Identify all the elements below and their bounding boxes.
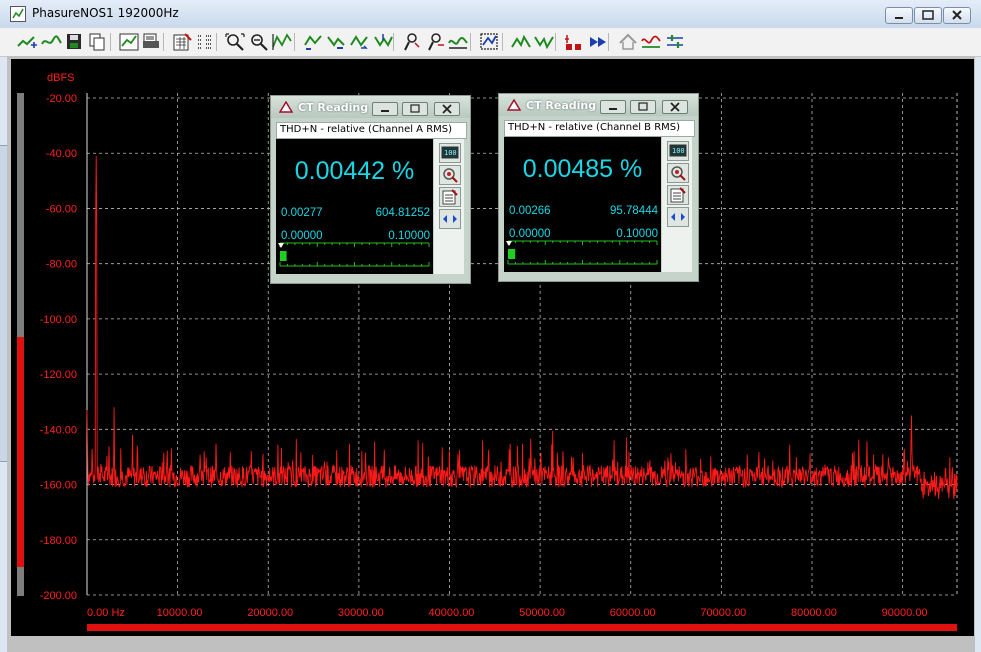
panel-title: CT Reading — [526, 99, 597, 112]
x-tick-label: 10000.00 — [157, 607, 203, 619]
panel-title-bar[interactable]: CT Reading — [499, 94, 698, 116]
bargraph-marker — [278, 243, 284, 248]
panel-subtitle: THD+N - relative (Channel B RMS) — [504, 120, 695, 137]
panel-title: CT Reading — [298, 101, 369, 114]
y-tick-labels: -20.00 -40.00 -60.00 -80.00 -100.00 -120.00 -1… — [40, 93, 77, 602]
y-tick-label: -100.00 — [40, 314, 77, 326]
spectrum-chart: dBFS -20.00 -40.00 -60.00 -80.00 -100.00 -120… — [40, 72, 958, 619]
y-tick-label: -120.00 — [40, 369, 77, 381]
panel-restore-button[interactable] — [402, 102, 428, 116]
panel-subtitle: THD+N - relative (Channel A RMS) — [276, 122, 467, 139]
x-tick-label: 40000.00 — [429, 607, 475, 619]
panel-side-toolbar: 100 — [662, 137, 692, 272]
bargraph — [506, 240, 658, 265]
bargraph-fill — [508, 249, 516, 259]
y-axis-label: dBFS — [47, 72, 75, 84]
y-tick-label: -140.00 — [40, 424, 77, 436]
x-tick-label: 20000.00 — [247, 607, 293, 619]
panel-minimize-button[interactable] — [372, 102, 398, 116]
x-tick-labels: 0.00 Hz 10000.00 20000.00 30000.00 40000.00 5… — [87, 607, 928, 619]
x-tick-label: 50000.00 — [519, 607, 565, 619]
panel-close-button[interactable] — [662, 100, 688, 114]
svg-text:100: 100 — [444, 149, 457, 157]
probe-icon[interactable] — [439, 165, 461, 185]
y-tick-label: -160.00 — [40, 480, 77, 492]
panel-title-bar[interactable]: CT Reading — [271, 96, 470, 118]
x-tick-label: 80000.00 — [791, 607, 837, 619]
expand-arrows-icon[interactable] — [439, 209, 461, 229]
panel-minimize-button[interactable] — [600, 100, 626, 114]
bargraph — [278, 242, 430, 267]
x-tick-label: 70000.00 — [700, 607, 746, 619]
ct-reading-panel-b[interactable]: CT Reading THD+N - relative (Channel B R… — [498, 93, 699, 282]
y-tick-label: -60.00 — [46, 203, 77, 215]
panel-side-toolbar: 100 — [434, 139, 464, 274]
svg-text:100: 100 — [672, 147, 685, 155]
meter-icon — [279, 101, 293, 113]
y-tick-label: -180.00 — [40, 535, 77, 547]
x-tick-label: 30000.00 — [338, 607, 384, 619]
calculator-icon[interactable] — [667, 185, 689, 205]
reading-display: 0.00442 % 0.00277 604.81252 0.00000 0.10… — [276, 139, 433, 274]
y-tick-label: -20.00 — [46, 93, 77, 105]
x-tick-label: 0.00 Hz — [87, 607, 125, 619]
y-tick-label: -80.00 — [46, 259, 77, 271]
calculator-icon[interactable] — [439, 187, 461, 207]
numeric-display-icon[interactable]: 100 — [667, 141, 689, 161]
y-tick-label: -40.00 — [46, 148, 77, 160]
meter-icon — [507, 99, 521, 111]
x-tick-label: 90000.00 — [882, 607, 928, 619]
probe-icon[interactable] — [667, 163, 689, 183]
panel-restore-button[interactable] — [630, 100, 656, 114]
bargraph-marker — [506, 241, 512, 246]
ct-reading-panel-a[interactable]: CT Reading THD+N - relative (Channel A R… — [270, 95, 471, 284]
panel-close-button[interactable] — [434, 102, 460, 116]
bargraph-fill — [280, 251, 287, 261]
y-tick-label: -200.00 — [40, 590, 77, 602]
reading-display: 0.00485 % 0.00266 95.78444 0.00000 0.100… — [504, 137, 661, 272]
x-tick-label: 60000.00 — [610, 607, 656, 619]
expand-arrows-icon[interactable] — [667, 207, 689, 227]
numeric-display-icon[interactable]: 100 — [439, 143, 461, 163]
